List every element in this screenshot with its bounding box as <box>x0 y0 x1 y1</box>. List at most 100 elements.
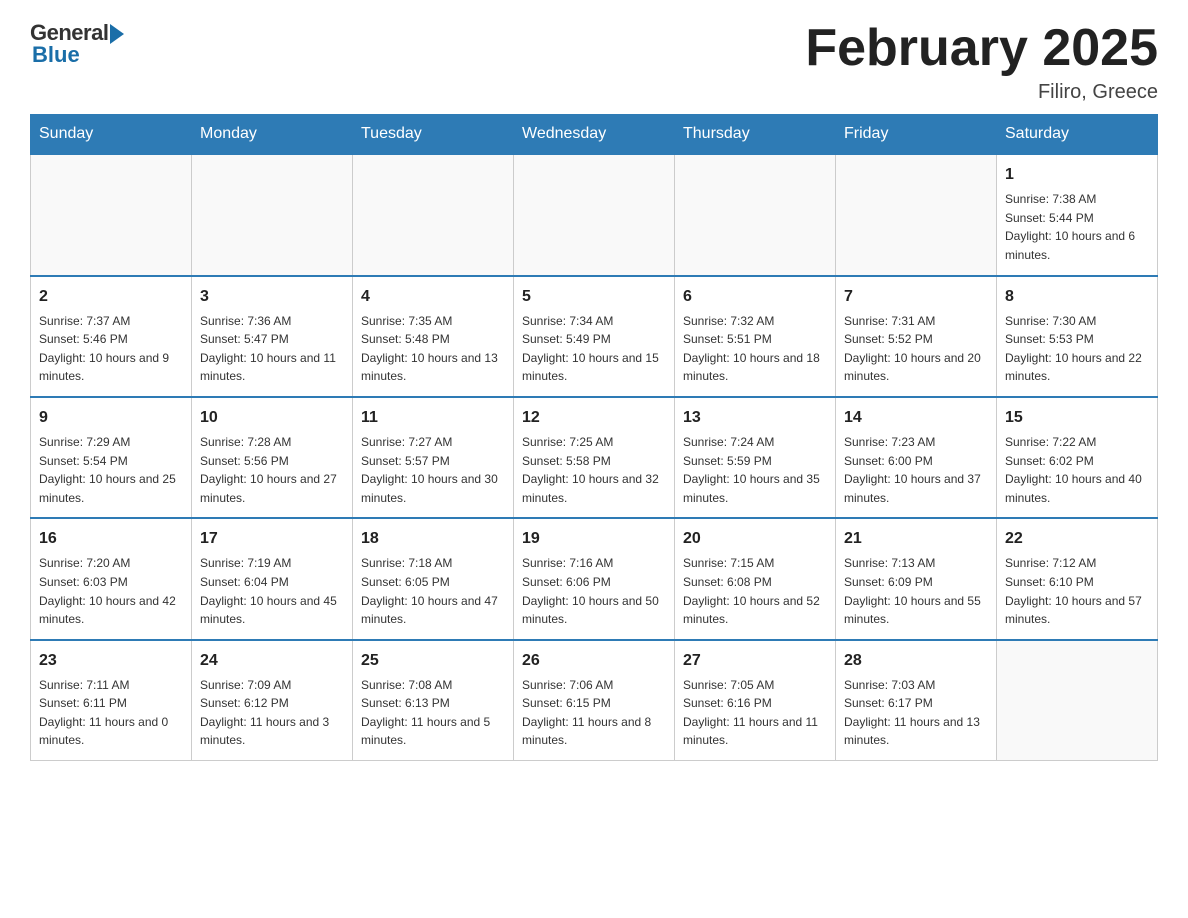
calendar-cell: 27Sunrise: 7:05 AM Sunset: 6:16 PM Dayli… <box>675 640 836 761</box>
calendar-cell: 1 Sunrise: 7:38 AM Sunset: 5:44 PM Daylig… <box>997 154 1158 275</box>
logo-arrow-icon <box>110 24 124 44</box>
day-info: Sunrise: 7:09 AM Sunset: 6:12 PM Dayligh… <box>200 676 344 750</box>
weekday-header-wednesday: Wednesday <box>514 115 675 155</box>
day-info: Sunrise: 7:34 AM Sunset: 5:49 PM Dayligh… <box>522 312 666 386</box>
calendar-cell <box>997 640 1158 761</box>
day-number: 4 <box>361 285 505 309</box>
calendar-cell: 9 Sunrise: 7:29 AM Sunset: 5:54 PM Daylig… <box>31 397 192 518</box>
day-info: Sunrise: 7:28 AM Sunset: 5:56 PM Dayligh… <box>200 433 344 507</box>
location-text: Filiro, Greece <box>805 81 1158 104</box>
day-info: Sunrise: 7:31 AM Sunset: 5:52 PM Dayligh… <box>844 312 988 386</box>
weekday-header-sunday: Sunday <box>31 115 192 155</box>
day-info: Sunrise: 7:25 AM Sunset: 5:58 PM Dayligh… <box>522 433 666 507</box>
day-info: Sunrise: 7:16 AM Sunset: 6:06 PM Dayligh… <box>522 554 666 628</box>
day-info: Sunrise: 7:38 AM Sunset: 5:44 PM Dayligh… <box>1005 190 1149 264</box>
day-number: 25 <box>361 649 505 673</box>
weekday-header-monday: Monday <box>192 115 353 155</box>
day-number: 20 <box>683 527 827 551</box>
weekday-header-saturday: Saturday <box>997 115 1158 155</box>
calendar-cell: 18 Sunrise: 7:18 AM Sunset: 6:05 PM Dayli… <box>353 518 514 639</box>
day-number: 9 <box>39 406 183 430</box>
day-info: Sunrise: 7:24 AM Sunset: 5:59 PM Dayligh… <box>683 433 827 507</box>
day-number: 18 <box>361 527 505 551</box>
calendar-cell: 14 Sunrise: 7:23 AM Sunset: 6:00 PM Dayli… <box>836 397 997 518</box>
day-number: 10 <box>200 406 344 430</box>
calendar-header: SundayMondayTuesdayWednesdayThursdayFrid… <box>31 115 1158 155</box>
calendar-cell: 5Sunrise: 7:34 AM Sunset: 5:49 PM Daylig… <box>514 276 675 397</box>
calendar-cell: 15Sunrise: 7:22 AM Sunset: 6:02 PM Dayli… <box>997 397 1158 518</box>
day-number: 1 <box>1005 163 1149 187</box>
calendar-week-4: 16Sunrise: 7:20 AM Sunset: 6:03 PM Dayli… <box>31 518 1158 639</box>
calendar-cell: 26 Sunrise: 7:06 AM Sunset: 6:15 PM Dayli… <box>514 640 675 761</box>
day-number: 23 <box>39 649 183 673</box>
calendar-cell: 22 Sunrise: 7:12 AM Sunset: 6:10 PM Dayli… <box>997 518 1158 639</box>
calendar-table: SundayMondayTuesdayWednesdayThursdayFrid… <box>30 114 1158 761</box>
page-header: General Blue February 2025 Filiro, Greec… <box>30 20 1158 104</box>
day-number: 13 <box>683 406 827 430</box>
day-info: Sunrise: 7:27 AM Sunset: 5:57 PM Dayligh… <box>361 433 505 507</box>
day-number: 11 <box>361 406 505 430</box>
calendar-cell <box>514 154 675 275</box>
day-number: 3 <box>200 285 344 309</box>
day-info: Sunrise: 7:12 AM Sunset: 6:10 PM Dayligh… <box>1005 554 1149 628</box>
calendar-cell <box>192 154 353 275</box>
calendar-cell: 6 Sunrise: 7:32 AM Sunset: 5:51 PM Daylig… <box>675 276 836 397</box>
day-info: Sunrise: 7:32 AM Sunset: 5:51 PM Dayligh… <box>683 312 827 386</box>
day-number: 21 <box>844 527 988 551</box>
weekday-header-row: SundayMondayTuesdayWednesdayThursdayFrid… <box>31 115 1158 155</box>
day-number: 12 <box>522 406 666 430</box>
day-number: 14 <box>844 406 988 430</box>
calendar-week-1: 1 Sunrise: 7:38 AM Sunset: 5:44 PM Daylig… <box>31 154 1158 275</box>
day-info: Sunrise: 7:03 AM Sunset: 6:17 PM Dayligh… <box>844 676 988 750</box>
day-info: Sunrise: 7:30 AM Sunset: 5:53 PM Dayligh… <box>1005 312 1149 386</box>
day-number: 22 <box>1005 527 1149 551</box>
day-info: Sunrise: 7:36 AM Sunset: 5:47 PM Dayligh… <box>200 312 344 386</box>
calendar-cell: 4 Sunrise: 7:35 AM Sunset: 5:48 PM Daylig… <box>353 276 514 397</box>
calendar-cell: 16Sunrise: 7:20 AM Sunset: 6:03 PM Dayli… <box>31 518 192 639</box>
calendar-cell: 13 Sunrise: 7:24 AM Sunset: 5:59 PM Dayli… <box>675 397 836 518</box>
calendar-cell: 3 Sunrise: 7:36 AM Sunset: 5:47 PM Daylig… <box>192 276 353 397</box>
day-info: Sunrise: 7:35 AM Sunset: 5:48 PM Dayligh… <box>361 312 505 386</box>
calendar-cell: 19 Sunrise: 7:16 AM Sunset: 6:06 PM Dayli… <box>514 518 675 639</box>
day-info: Sunrise: 7:13 AM Sunset: 6:09 PM Dayligh… <box>844 554 988 628</box>
day-number: 26 <box>522 649 666 673</box>
calendar-cell: 17Sunrise: 7:19 AM Sunset: 6:04 PM Dayli… <box>192 518 353 639</box>
day-info: Sunrise: 7:11 AM Sunset: 6:11 PM Dayligh… <box>39 676 183 750</box>
day-info: Sunrise: 7:23 AM Sunset: 6:00 PM Dayligh… <box>844 433 988 507</box>
logo: General Blue <box>30 20 124 68</box>
calendar-body: 1 Sunrise: 7:38 AM Sunset: 5:44 PM Daylig… <box>31 154 1158 760</box>
day-info: Sunrise: 7:06 AM Sunset: 6:15 PM Dayligh… <box>522 676 666 750</box>
logo-blue-text: Blue <box>32 42 80 68</box>
calendar-cell: 8 Sunrise: 7:30 AM Sunset: 5:53 PM Daylig… <box>997 276 1158 397</box>
day-number: 27 <box>683 649 827 673</box>
calendar-cell: 28 Sunrise: 7:03 AM Sunset: 6:17 PM Dayli… <box>836 640 997 761</box>
calendar-cell <box>31 154 192 275</box>
weekday-header-friday: Friday <box>836 115 997 155</box>
day-number: 6 <box>683 285 827 309</box>
calendar-cell: 20 Sunrise: 7:15 AM Sunset: 6:08 PM Dayli… <box>675 518 836 639</box>
day-number: 8 <box>1005 285 1149 309</box>
calendar-cell: 2 Sunrise: 7:37 AM Sunset: 5:46 PM Daylig… <box>31 276 192 397</box>
day-info: Sunrise: 7:29 AM Sunset: 5:54 PM Dayligh… <box>39 433 183 507</box>
day-number: 19 <box>522 527 666 551</box>
calendar-week-5: 23 Sunrise: 7:11 AM Sunset: 6:11 PM Dayli… <box>31 640 1158 761</box>
day-number: 2 <box>39 285 183 309</box>
day-info: Sunrise: 7:37 AM Sunset: 5:46 PM Dayligh… <box>39 312 183 386</box>
day-number: 28 <box>844 649 988 673</box>
calendar-cell <box>675 154 836 275</box>
calendar-cell: 21 Sunrise: 7:13 AM Sunset: 6:09 PM Dayli… <box>836 518 997 639</box>
day-number: 15 <box>1005 406 1149 430</box>
day-info: Sunrise: 7:08 AM Sunset: 6:13 PM Dayligh… <box>361 676 505 750</box>
day-number: 24 <box>200 649 344 673</box>
calendar-cell: 12 Sunrise: 7:25 AM Sunset: 5:58 PM Dayli… <box>514 397 675 518</box>
calendar-week-3: 9 Sunrise: 7:29 AM Sunset: 5:54 PM Daylig… <box>31 397 1158 518</box>
calendar-cell: 7Sunrise: 7:31 AM Sunset: 5:52 PM Daylig… <box>836 276 997 397</box>
day-info: Sunrise: 7:19 AM Sunset: 6:04 PM Dayligh… <box>200 554 344 628</box>
day-info: Sunrise: 7:18 AM Sunset: 6:05 PM Dayligh… <box>361 554 505 628</box>
calendar-cell: 10 Sunrise: 7:28 AM Sunset: 5:56 PM Dayli… <box>192 397 353 518</box>
day-info: Sunrise: 7:15 AM Sunset: 6:08 PM Dayligh… <box>683 554 827 628</box>
calendar-week-2: 2 Sunrise: 7:37 AM Sunset: 5:46 PM Daylig… <box>31 276 1158 397</box>
weekday-header-thursday: Thursday <box>675 115 836 155</box>
calendar-title: February 2025 <box>805 20 1158 77</box>
title-block: February 2025 Filiro, Greece <box>805 20 1158 104</box>
